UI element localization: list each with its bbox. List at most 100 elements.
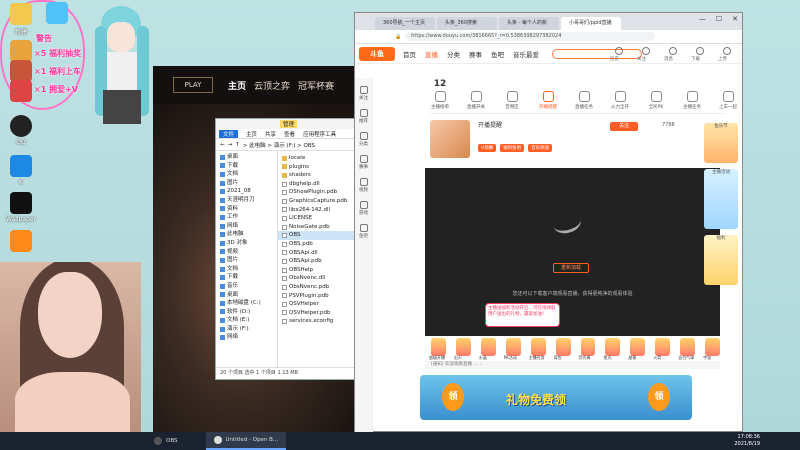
gift-item[interactable]: 出火 — [454, 338, 471, 360]
desktop-icon-new[interactable]: 新建 — [2, 3, 40, 36]
explorer-file-row[interactable]: ObsNvenc.pdb — [278, 283, 354, 292]
follow-button[interactable]: 关注 — [610, 122, 638, 131]
category-item[interactable]: 直播任务 — [569, 79, 599, 114]
explorer-file-row[interactable]: DShowPlugin.pdb — [278, 188, 354, 197]
explorer-nav-item[interactable]: 此电脑 — [216, 230, 277, 239]
up-arrow-icon[interactable]: ↑ — [235, 142, 240, 148]
left-bar-item[interactable]: 鱼吧 — [355, 224, 372, 239]
explorer-file-row[interactable]: shaders — [278, 171, 354, 180]
left-bar-item[interactable]: 分类 — [355, 132, 372, 147]
ribbon-share[interactable]: 共享 — [265, 130, 276, 138]
explorer-file-row[interactable]: QSVHelper — [278, 300, 354, 309]
category-item[interactable]: 音频区 — [497, 79, 527, 114]
url-input[interactable]: https://www.douyu.com/3816665?_r=0.53863… — [405, 32, 656, 41]
category-item[interactable]: 主播任务 — [677, 79, 707, 114]
explorer-file-row[interactable]: locale — [278, 154, 354, 163]
explorer-file-row[interactable]: OBS.pdb — [278, 240, 354, 249]
explorer-nav-item[interactable]: 文档 (E:) — [216, 316, 277, 325]
play-button[interactable]: PLAY — [173, 77, 213, 93]
site-logo[interactable]: 斗鱼 — [359, 46, 395, 61]
explorer-file-row[interactable]: QSVHelper.pdb — [278, 309, 354, 318]
explorer-file-row[interactable]: plugins — [278, 163, 354, 172]
explorer-file-row[interactable]: OBSApi.dll — [278, 249, 354, 258]
left-bar-item[interactable]: 推荐 — [355, 109, 372, 124]
explorer-file-row[interactable]: libx264-142.dll — [278, 206, 354, 215]
back-arrow-icon[interactable]: ← — [220, 142, 225, 148]
ribbon-home[interactable]: 主页 — [246, 130, 257, 138]
reload-button[interactable]: 重新加载 — [553, 263, 589, 273]
left-bar-item[interactable]: 关注 — [355, 86, 372, 101]
explorer-nav-item[interactable]: 资料 — [216, 205, 277, 214]
explorer-manage-tab[interactable]: 管理 — [280, 120, 298, 128]
site-nav-events[interactable]: 赛事 — [469, 49, 482, 59]
nav-upload[interactable]: 上传 — [718, 47, 736, 62]
free-gift-banner[interactable]: 领 礼物免费领 领 — [420, 375, 692, 420]
explorer-nav-item[interactable]: 视频 — [216, 248, 277, 257]
category-item[interactable]: 开播提醒 — [533, 79, 563, 114]
gift-item[interactable]: 宇宙 — [703, 338, 721, 360]
category-item[interactable]: 直播开关 — [461, 79, 491, 114]
explorer-nav-item[interactable]: 下载 — [216, 162, 277, 171]
gift-item[interactable]: 鱼丸 — [603, 338, 621, 360]
desktop-icon-k[interactable]: K — [2, 155, 40, 186]
right-promo-1[interactable]: 主播活动 — [704, 169, 738, 229]
explorer-nav-item[interactable]: 天涯明月刀 — [216, 196, 277, 205]
gift-item[interactable]: 甜蜜 — [628, 338, 646, 360]
video-player[interactable]: 重新加载 您还可以下载客户端观看直播，获得更纯净的观看体验 — [425, 168, 720, 336]
category-item[interactable]: 上车一起 — [713, 79, 743, 114]
explorer-nav-item[interactable]: 桌面 — [216, 291, 277, 300]
desktop-icon-3[interactable] — [2, 80, 40, 104]
tag-0[interactable]: V领赛 — [478, 144, 497, 152]
explorer-nav-item[interactable]: 工作 — [216, 213, 277, 222]
explorer-address-bar[interactable]: ← → ↑ > 此电脑 > 演示 (F:) > OBS — [216, 139, 354, 151]
explorer-file-row[interactable]: PSVPlugin.pdb — [278, 292, 354, 301]
explorer-file-row[interactable]: OBSHelp — [278, 266, 354, 275]
explorer-nav-item[interactable]: 图片 — [216, 256, 277, 265]
game-nav-home[interactable]: 主页 — [228, 79, 246, 92]
site-nav-live[interactable]: 直播 — [425, 49, 438, 59]
game-nav-cup[interactable]: 冠军杯赛 — [298, 79, 334, 92]
desktop-icon-qq[interactable]: QQ — [2, 115, 40, 146]
minimize-icon[interactable]: — — [699, 15, 706, 23]
forward-arrow-icon[interactable]: → — [228, 142, 233, 148]
category-item[interactable]: 全民PK — [641, 79, 671, 114]
desktop-icon-wallpaper[interactable]: Wallpaper — [2, 192, 40, 223]
promo-popup[interactable]: 主播送福利活动开启，可在线领取用户送出的礼物，赢取加油！ — [485, 303, 560, 327]
right-promo-0[interactable]: 鱼乐节 — [704, 123, 738, 163]
ribbon-file[interactable]: 文件 — [219, 129, 239, 138]
gift-item[interactable]: 主播任务 — [529, 338, 546, 360]
explorer-nav-item[interactable]: 网络 — [216, 333, 277, 342]
gift-item[interactable]: PK活动 — [504, 338, 521, 360]
tag-2[interactable]: 音乐频道 — [528, 144, 553, 152]
ribbon-app-tools[interactable]: 应用程序工具 — [303, 130, 336, 138]
explorer-file-row[interactable]: ObsNvenc.dll — [278, 274, 354, 283]
explorer-file-row[interactable]: OBSApi.pdb — [278, 257, 354, 266]
tag-1[interactable]: 福利鱼吧 — [500, 144, 525, 152]
streamer-avatar[interactable] — [430, 120, 470, 158]
nav-download[interactable]: 下载 — [691, 47, 709, 62]
explorer-file-row[interactable]: services.xconfig — [278, 317, 354, 326]
explorer-nav-item[interactable]: 3D 对象 — [216, 239, 277, 248]
explorer-file-row[interactable]: OBS — [278, 231, 354, 240]
explorer-nav-item[interactable]: 文档 — [216, 170, 277, 179]
explorer-file-row[interactable]: GraphicsCapture.pdb — [278, 197, 354, 206]
desktop-icon-7[interactable] — [2, 230, 40, 254]
taskbar-obs[interactable]: OBS — [146, 432, 186, 450]
category-item[interactable]: 火力全开 — [605, 79, 635, 114]
taskbar-clock[interactable]: 17:08:36 2021/8/19 — [734, 434, 760, 448]
left-bar-item[interactable]: 游戏 — [355, 201, 372, 216]
desktop-icon-8[interactable] — [38, 2, 76, 26]
left-bar-item[interactable]: 赛事 — [355, 155, 372, 170]
browser-tab-2[interactable]: 头条 - 每个人的新 — [499, 17, 559, 30]
right-promo-2[interactable]: 福利 — [704, 235, 738, 285]
site-nav-category[interactable]: 分类 — [447, 49, 460, 59]
nav-message[interactable]: 消息 — [664, 47, 682, 62]
maximize-icon[interactable]: ☐ — [716, 15, 722, 23]
browser-tab-1[interactable]: 头条_360搜索 — [437, 17, 497, 30]
close-icon[interactable]: ✕ — [732, 15, 738, 23]
browser-tab-0[interactable]: 360导航_一个主页 — [375, 17, 435, 30]
gift-item[interactable]: 超级开播 — [429, 338, 446, 360]
site-nav-home[interactable]: 首页 — [403, 49, 416, 59]
gift-item[interactable]: 告白气球 — [678, 338, 696, 360]
gift-item[interactable]: 荧光棒 — [579, 338, 596, 360]
